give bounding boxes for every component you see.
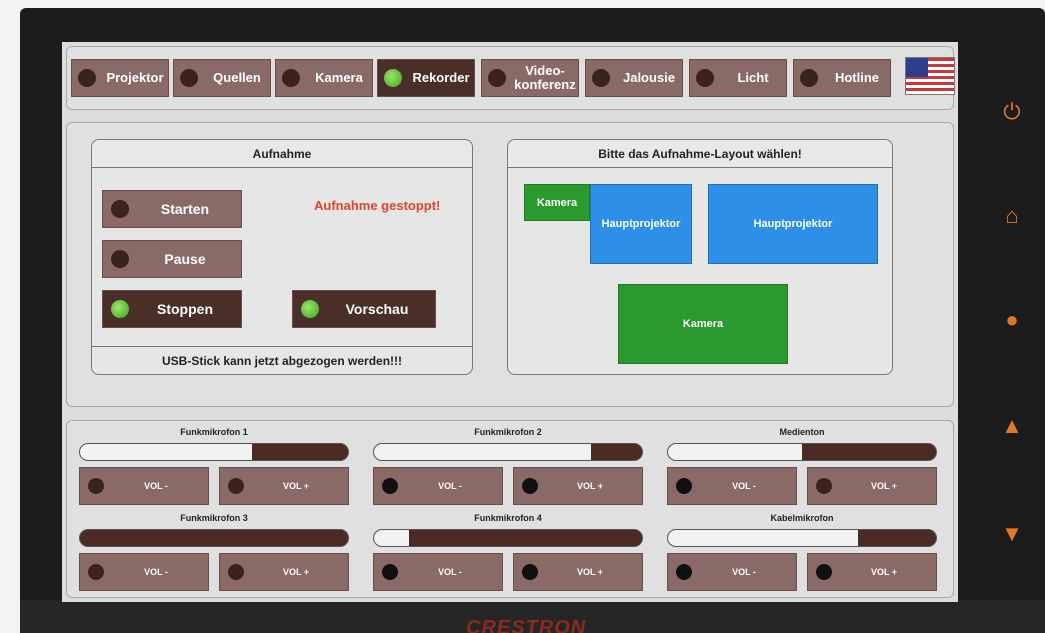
volume-slider[interactable] (373, 529, 643, 547)
vol-label: VOL + (576, 481, 604, 491)
volume-slider[interactable] (79, 443, 349, 461)
status-lamp (88, 478, 104, 494)
light-bulb-icon[interactable]: ● (1000, 307, 1024, 332)
nav-jalousie[interactable]: Jalousie (585, 59, 683, 97)
status-lamp (816, 564, 832, 580)
vol-plus-button[interactable]: VOL + (807, 553, 937, 591)
status-lamp (228, 564, 244, 580)
vol-minus-button[interactable]: VOL - (373, 553, 503, 591)
volume-slider[interactable] (373, 443, 643, 461)
volume-level-fill (668, 530, 859, 546)
status-lamp (301, 300, 319, 318)
nav-hotline[interactable]: Hotline (793, 59, 891, 97)
status-lamp (180, 69, 198, 87)
status-lamp (592, 69, 610, 87)
layout-header: Bitte das Aufnahme-Layout wählen! (508, 140, 892, 168)
nav-quellen[interactable]: Quellen (173, 59, 271, 97)
vol-plus-button[interactable]: VOL + (219, 467, 349, 505)
flag-canton (906, 58, 928, 77)
vol-plus-button[interactable]: VOL + (513, 553, 643, 591)
layout-option1-camera[interactable]: Kamera (524, 184, 590, 221)
vol-plus-button[interactable]: VOL + (807, 467, 937, 505)
nav-rekorder[interactable]: Rekorder (377, 59, 475, 97)
status-lamp (111, 300, 129, 318)
status-lamp (676, 478, 692, 494)
nav-kamera[interactable]: Kamera (275, 59, 373, 97)
layout-option1-projector[interactable]: Hauptprojektor (590, 184, 692, 264)
vol-label: VOL - (144, 481, 168, 491)
preview-button[interactable]: Vorschau (292, 290, 436, 328)
status-lamp (382, 478, 398, 494)
layout-group: Bitte das Aufnahme-Layout wählen! Kamera… (507, 139, 893, 375)
status-lamp (488, 69, 506, 87)
status-lamp (111, 200, 129, 218)
recording-status: Aufnahme gestoppt! (314, 198, 441, 213)
layout-option2-projector[interactable]: Hauptprojektor (708, 184, 878, 264)
volume-level-fill (80, 444, 252, 460)
vol-label: VOL - (438, 481, 462, 491)
channel-label: Funkmikrofon 2 (474, 427, 542, 437)
audio-panel: Funkmikrofon 1 VOL - VOL + Funkmikrofon 2 VO… (66, 420, 954, 598)
vol-plus-button[interactable]: VOL + (513, 467, 643, 505)
channel-label: Funkmikrofon 3 (180, 513, 248, 523)
status-lamp (800, 69, 818, 87)
status-lamp (816, 478, 832, 494)
status-lamp (676, 564, 692, 580)
vol-minus-button[interactable]: VOL - (373, 467, 503, 505)
usb-notice: USB-Stick kann jetzt abgezogen werden!!! (92, 346, 472, 374)
vol-minus-button[interactable]: VOL - (79, 553, 209, 591)
volume-slider[interactable] (667, 529, 937, 547)
status-lamp (78, 69, 96, 87)
volume-slider[interactable] (79, 529, 349, 547)
status-lamp (384, 69, 402, 87)
volume-level-fill (374, 444, 592, 460)
vol-minus-button[interactable]: VOL - (667, 467, 797, 505)
channel-label: Kabelmikrofon (770, 513, 834, 523)
start-button[interactable]: Starten (102, 190, 242, 228)
channel-label: Medienton (779, 427, 825, 437)
nav-videokonferenz[interactable]: Video- konferenz (481, 59, 579, 97)
vol-label: VOL + (870, 567, 898, 577)
status-lamp (282, 69, 300, 87)
vol-plus-button[interactable]: VOL + (219, 553, 349, 591)
channel-label: Funkmikrofon 4 (474, 513, 542, 523)
vol-minus-button[interactable]: VOL - (667, 553, 797, 591)
stop-button[interactable]: Stoppen (102, 290, 242, 328)
vol-label: VOL - (732, 481, 756, 491)
vol-label: VOL - (732, 567, 756, 577)
vol-label: VOL + (282, 567, 310, 577)
volume-level-fill (374, 530, 409, 546)
vol-label: VOL + (576, 567, 604, 577)
power-icon[interactable]: ⏻ (1000, 99, 1024, 124)
vol-minus-button[interactable]: VOL - (79, 467, 209, 505)
volume-slider[interactable] (667, 443, 937, 461)
nav-bar: Projektor Quellen Kamera Rekorder Video-… (66, 46, 955, 110)
recording-header: Aufnahme (92, 140, 472, 168)
recorder-panel: Aufnahme Starten Pause Stoppen Vorschau … (66, 122, 954, 407)
pause-button[interactable]: Pause (102, 240, 242, 278)
channel-label: Funkmikrofon 1 (180, 427, 248, 437)
status-lamp (88, 564, 104, 580)
nav-projektor[interactable]: Projektor (71, 59, 169, 97)
status-lamp (228, 478, 244, 494)
recording-group: Aufnahme Starten Pause Stoppen Vorschau … (91, 139, 473, 375)
status-lamp (522, 478, 538, 494)
home-icon[interactable]: ⌂ (1000, 203, 1024, 228)
vol-label: VOL - (144, 567, 168, 577)
volume-level-fill (668, 444, 802, 460)
touch-screen: Projektor Quellen Kamera Rekorder Video-… (62, 42, 958, 602)
status-lamp (382, 564, 398, 580)
arrow-down-icon[interactable]: ▼ (1000, 521, 1024, 546)
brand-logo: CRESTRON (466, 617, 587, 633)
status-lamp (111, 250, 129, 268)
arrow-up-icon[interactable]: ▲ (1000, 413, 1024, 438)
vol-label: VOL + (870, 481, 898, 491)
status-lamp (522, 564, 538, 580)
us-flag-icon[interactable] (905, 57, 955, 95)
vol-label: VOL - (438, 567, 462, 577)
status-lamp (696, 69, 714, 87)
layout-option3-camera[interactable]: Kamera (618, 284, 788, 364)
vol-label: VOL + (282, 481, 310, 491)
nav-licht[interactable]: Licht (689, 59, 787, 97)
